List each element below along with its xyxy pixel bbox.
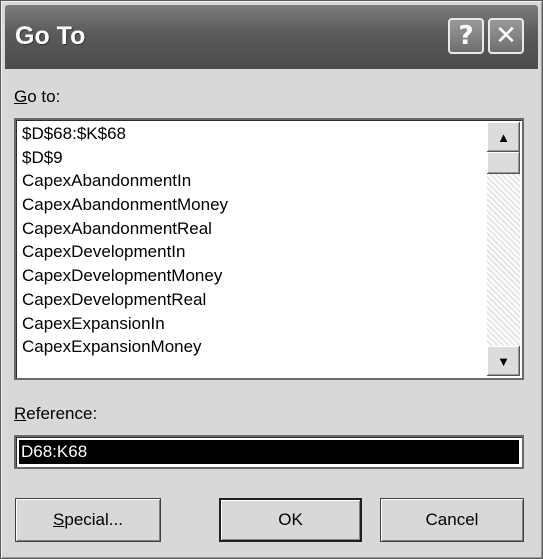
- special-accel: S: [53, 510, 65, 529]
- list-item[interactable]: $D$9: [20, 146, 482, 170]
- list-item[interactable]: CapexDevelopmentMoney: [20, 264, 482, 288]
- ok-button[interactable]: OK: [219, 498, 362, 542]
- close-icon: ✕: [495, 21, 517, 51]
- reference-label: Reference:: [14, 404, 97, 424]
- list-item[interactable]: CapexExpansionIn: [20, 312, 482, 336]
- list-item[interactable]: CapexExpansionMoney: [20, 335, 482, 359]
- scroll-up-button[interactable]: ▲: [487, 122, 520, 152]
- list-item[interactable]: CapexDevelopmentReal: [20, 288, 482, 312]
- goto-list-items: $D$68:$K$68 $D$9 CapexAbandonmentIn Cape…: [20, 122, 482, 376]
- scroll-down-button[interactable]: ▼: [487, 346, 520, 376]
- goto-label-text: o to:: [27, 87, 61, 106]
- goto-label-accel: G: [14, 87, 28, 106]
- arrow-down-icon: ▼: [497, 353, 510, 369]
- list-item[interactable]: CapexAbandonmentIn: [20, 169, 482, 193]
- cancel-button[interactable]: Cancel: [380, 498, 524, 542]
- help-icon: ?: [458, 21, 474, 51]
- reference-input[interactable]: D68:K68: [14, 435, 524, 469]
- goto-label: Go to:: [14, 87, 60, 107]
- reference-label-text: eference:: [26, 404, 98, 423]
- list-item[interactable]: CapexAbandonmentReal: [20, 217, 482, 241]
- special-label: pecial...: [64, 510, 123, 529]
- list-scrollbar[interactable]: ▲ ▼: [487, 122, 520, 376]
- dialog-title: Go To: [15, 22, 86, 50]
- list-item[interactable]: CapexDevelopmentIn: [20, 240, 482, 264]
- title-bar[interactable]: Go To ? ✕: [5, 5, 538, 69]
- special-button[interactable]: Special...: [15, 498, 161, 542]
- reference-value: D68:K68: [19, 440, 519, 464]
- list-item[interactable]: CapexAbandonmentMoney: [20, 193, 482, 217]
- close-button[interactable]: ✕: [488, 18, 524, 54]
- list-item[interactable]: $D$68:$K$68: [20, 122, 482, 146]
- help-button[interactable]: ?: [448, 18, 484, 54]
- scroll-thumb[interactable]: [487, 152, 520, 174]
- arrow-up-icon: ▲: [497, 129, 510, 145]
- goto-dialog: Go To ? ✕ Go to: $D$68:$K$68 $D$9 CapexA…: [0, 0, 543, 559]
- reference-label-accel: R: [14, 404, 27, 423]
- goto-listbox[interactable]: $D$68:$K$68 $D$9 CapexAbandonmentIn Cape…: [14, 118, 524, 380]
